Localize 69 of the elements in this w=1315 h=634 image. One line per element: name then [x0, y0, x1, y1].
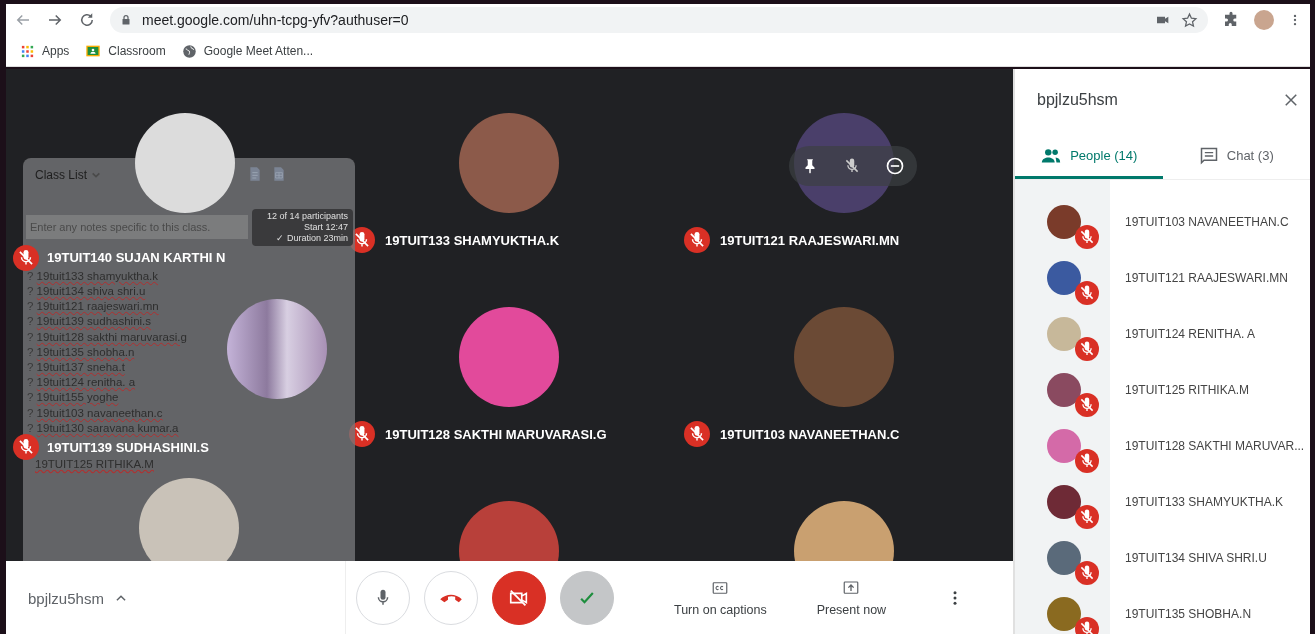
apps-grid-icon — [20, 43, 35, 59]
globe-icon — [181, 43, 197, 59]
participant-name: 19TUIT133 SHAMYUKTHA.K — [385, 232, 560, 248]
class-list-entry: ? 19tuit103 navaneethan.c — [27, 405, 164, 421]
remove-icon[interactable] — [885, 156, 905, 176]
captions-button[interactable]: Turn on captions — [666, 579, 775, 617]
chat-icon — [1198, 145, 1219, 166]
bookmark-link[interactable]: Google Meet Atten... — [203, 44, 314, 58]
participant-name: 19TUIT134 SHIVA SHRI.U — [1125, 551, 1267, 565]
class-list-entry: ? 19tuit121 raajeswari.mn — [27, 299, 160, 315]
avatar-photo — [1047, 317, 1081, 351]
hang-up-button[interactable] — [424, 571, 478, 625]
class-list-dropdown[interactable]: Class List — [35, 168, 123, 182]
present-button[interactable]: Present now — [808, 579, 895, 617]
participant-name: 19TUIT125 RITHIKA.M — [1125, 383, 1250, 397]
avatar-photo — [1047, 541, 1081, 575]
meeting-code: bpjlzu5hsm — [28, 589, 104, 607]
sidebar-tab[interactable]: Chat (3) — [1162, 135, 1310, 179]
participant-name: 19TUIT128 SAKTHI MARUVAR... — [1125, 439, 1305, 453]
avatar-photo — [1047, 261, 1081, 295]
participant-name: 19TUIT140 SUJAN KARTHI N — [47, 250, 226, 266]
session-stat: Start 12:47 — [303, 222, 348, 233]
present-screen-icon — [842, 579, 861, 597]
student-link[interactable]: 19tuit135 shobha.n — [36, 345, 135, 358]
lock-icon — [120, 14, 132, 26]
bookmark-link[interactable]: Apps — [42, 44, 70, 58]
class-list-entry: ? 19tuit137 sneha.t — [27, 360, 126, 375]
avatar-photo — [1047, 429, 1081, 463]
microphone-button[interactable] — [356, 571, 410, 625]
avatar-photo — [1047, 205, 1081, 239]
student-link[interactable]: 19tuit130 saravana kumar.a — [36, 421, 179, 434]
participant-name: 19TUIT139 SUDHASHINI.S — [47, 439, 209, 455]
participant-name: 19TUIT103 NAVANEETHAN.C — [720, 426, 900, 442]
participant-name: 19TUIT124 RENITHA. A — [1125, 327, 1256, 341]
student-link[interactable]: 19tuit134 shiva shri.u — [36, 284, 146, 297]
check-button[interactable] — [560, 571, 614, 625]
avatar-photo — [1047, 597, 1081, 631]
session-stat: ✓ Duration 23min — [276, 233, 348, 244]
participant-name: 19TUIT103 NAVANEETHAN.C — [1125, 215, 1289, 229]
classroom-icon — [85, 43, 102, 59]
participant-name: 19TUIT133 SHAMYUKTHA.K — [1125, 495, 1284, 509]
participant-name: 19TUIT121 RAAJESWARI.MN — [720, 232, 900, 248]
session-stat: 12 of 14 participants — [266, 211, 348, 222]
student-link[interactable]: 19tuit103 navaneethan.c — [36, 406, 163, 419]
caret-down-icon — [91, 170, 101, 180]
star-icon[interactable] — [1181, 11, 1198, 29]
participant-name: 19TUIT135 SHOBHA.N — [1125, 607, 1252, 621]
reload-icon[interactable] — [78, 11, 96, 29]
class-list-entry: 19TUIT125 RITHIKA.M — [35, 458, 154, 470]
class-list-entry: ? 19tuit130 saravana kumar.a — [27, 420, 180, 436]
avatar-photo — [1047, 373, 1081, 407]
class-list-entry: ? 19tuit135 shobha.n — [27, 344, 136, 360]
camera-button[interactable] — [492, 571, 546, 625]
camera-off-icon — [508, 587, 530, 609]
student-link[interactable]: 19tuit128 sakthi maruvarasi.g — [36, 330, 187, 343]
participant-name: 19TUIT128 SAKTHI MARUVARASI.G — [385, 426, 607, 442]
class-list-entry: ? 19tuit134 shiva shri.u — [27, 283, 147, 299]
class-list-entry: ? 19tuit133 shamyuktha.k — [27, 268, 160, 284]
bookmark-link[interactable]: Classroom — [108, 44, 166, 58]
student-link[interactable]: 19tuit121 raajeswari.mn — [36, 300, 159, 313]
meeting-code: bpjlzu5hsm — [1037, 91, 1118, 109]
student-link[interactable]: 19tuit137 sneha.t — [36, 361, 125, 373]
class-list-entry: ? 19tuit128 sakthi maruvarasi.g — [27, 329, 188, 345]
student-link[interactable]: 19tuit133 shamyuktha.k — [36, 269, 159, 282]
muted-mic-icon[interactable] — [843, 157, 861, 175]
closed-captions-icon — [711, 579, 730, 597]
avatar-photo — [1047, 485, 1081, 519]
close-icon[interactable] — [1282, 91, 1300, 109]
participant-name: 19TUIT121 RAAJESWARI.MN — [1125, 271, 1288, 285]
